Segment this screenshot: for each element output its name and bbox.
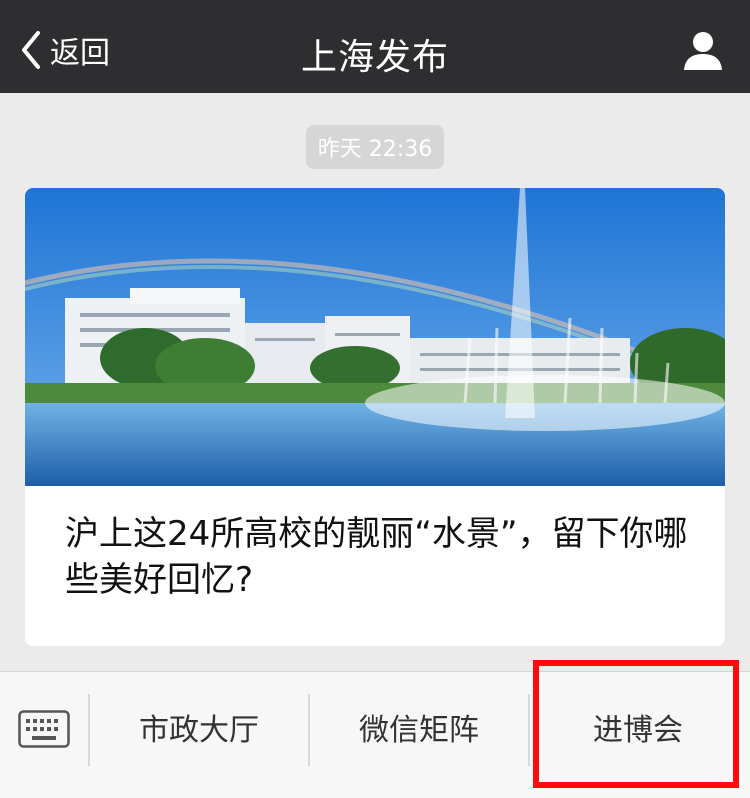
person-icon[interactable] [682, 30, 724, 72]
nav-bar: 返回 上海发布 [0, 0, 750, 93]
keyboard-icon [18, 710, 70, 748]
keyboard-toggle-button[interactable] [0, 672, 88, 798]
menu-item-expo[interactable]: 进博会 [530, 672, 746, 782]
article-cover-image [25, 188, 725, 486]
menu-item-wechat-matrix[interactable]: 微信矩阵 [310, 672, 528, 782]
article-title: 沪上这24所高校的靓丽“水景”，留下你哪些美好回忆? [65, 514, 688, 600]
article-card[interactable]: 沪上这24所高校的靓丽“水景”，留下你哪些美好回忆? [25, 188, 725, 646]
timestamp-row: 昨天 22:36 [0, 125, 750, 169]
menu-item-city-hall[interactable]: 市政大厅 [90, 672, 308, 782]
message-timestamp: 昨天 22:36 [305, 125, 445, 169]
page-title: 上海发布 [300, 37, 449, 78]
bottom-menu: 市政大厅 微信矩阵 进博会 [0, 671, 750, 798]
